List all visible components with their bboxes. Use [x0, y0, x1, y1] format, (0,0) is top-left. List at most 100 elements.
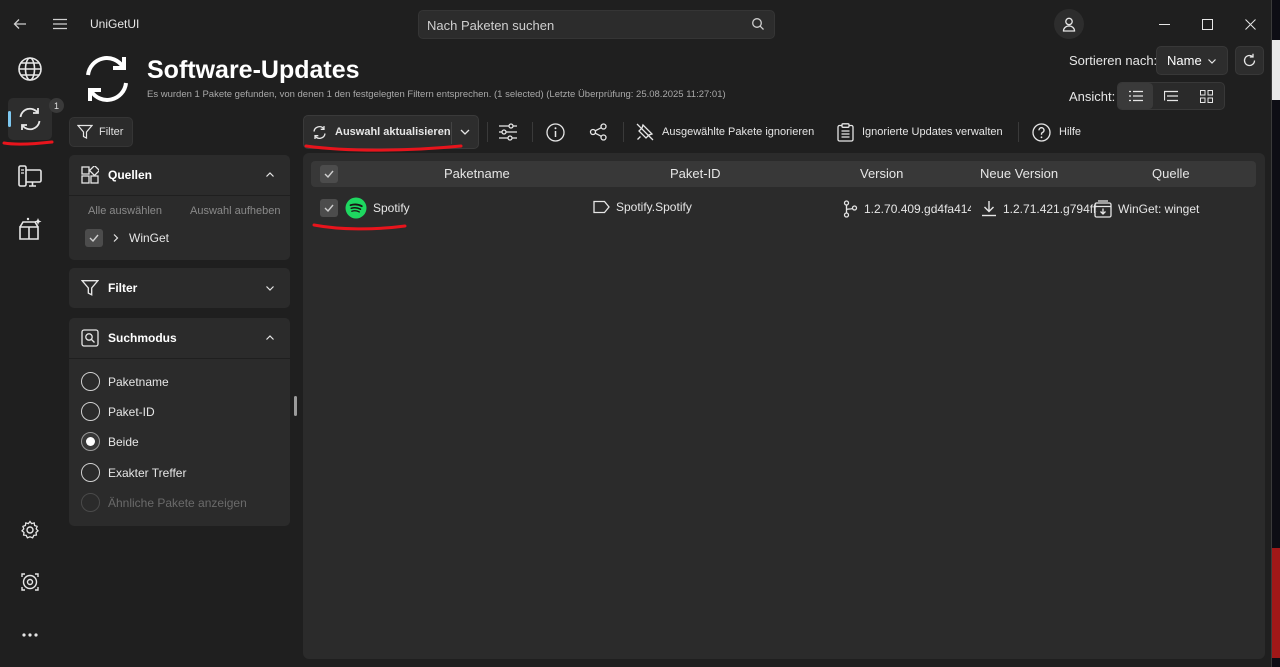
source-item-winget[interactable]: WinGet	[85, 229, 169, 247]
reload-button[interactable]	[1235, 46, 1264, 75]
option-label: Paket-ID	[108, 404, 155, 419]
chevron-up-icon	[265, 332, 275, 346]
search-input[interactable]	[427, 15, 747, 35]
update-selected-button[interactable]: Auswahl aktualisieren	[303, 115, 479, 149]
branch-icon	[843, 200, 858, 218]
package-new-version: 1.2.71.421.g794ff5	[1003, 201, 1097, 216]
arrow-left-icon	[13, 19, 26, 29]
package-details-button[interactable]	[546, 115, 568, 149]
nav-discover[interactable]	[8, 48, 52, 90]
select-all-sources-link[interactable]: Alle auswählen	[88, 205, 162, 217]
grid-view-icon	[1199, 89, 1213, 103]
help-label: Hilfe	[1059, 126, 1082, 138]
sources-panel-header[interactable]: Quellen	[69, 155, 290, 195]
sort-dropdown[interactable]: Name	[1156, 46, 1228, 75]
package-source: WinGet: winget	[1118, 202, 1200, 216]
sync-icon	[19, 107, 41, 131]
pin-off-icon	[636, 123, 654, 141]
search-mode-option-name[interactable]: Paketname	[81, 372, 169, 391]
nav-installed[interactable]	[8, 156, 52, 198]
chevron-right-icon[interactable]	[112, 233, 120, 243]
share-button[interactable]	[589, 115, 611, 149]
hamburger-icon	[53, 18, 67, 30]
help-button[interactable]: Hilfe	[1032, 115, 1081, 149]
select-all-checkbox[interactable]	[320, 165, 338, 183]
column-header-id[interactable]: Paket-ID	[670, 166, 721, 181]
ignore-selected-button[interactable]: Ausgewählte Pakete ignorieren	[636, 115, 814, 149]
funnel-icon	[81, 280, 99, 296]
filter-button-label: Filter	[99, 126, 124, 138]
user-avatar-button[interactable]	[1054, 9, 1084, 39]
clipboard-list-icon	[837, 122, 854, 142]
view-list-button[interactable]	[1118, 83, 1154, 109]
gear-icon	[21, 520, 39, 539]
filter-panel-header[interactable]: Filter	[69, 268, 290, 308]
search-mode-option-similar: Ähnliche Pakete anzeigen	[81, 493, 247, 512]
title-bar: UniGetUI	[0, 0, 1272, 48]
manage-ignored-button[interactable]: Ignorierte Updates verwalten	[837, 115, 1003, 149]
search-mode-option-exact[interactable]: Exakter Treffer	[81, 463, 186, 482]
view-details-button[interactable]	[1153, 83, 1188, 109]
search-box[interactable]	[418, 10, 775, 39]
panel-resize-handle[interactable]	[294, 396, 297, 416]
globe-icon	[18, 57, 42, 81]
page-subtitle: Es wurden 1 Pakete gefunden, von denen 1…	[147, 89, 726, 100]
chevron-down-icon[interactable]	[459, 126, 471, 141]
package-new-version-cell: 1.2.71.421.g794ff5	[981, 200, 1097, 217]
app-window: UniGetUI 1	[0, 0, 1272, 667]
download-icon	[982, 201, 996, 217]
column-header-name[interactable]: Paketname	[444, 166, 510, 181]
back-button[interactable]	[6, 10, 34, 38]
source-box-icon	[1094, 200, 1112, 218]
chevron-down-icon	[1207, 54, 1217, 69]
minimize-button[interactable]	[1152, 12, 1176, 36]
search-mode-option-id[interactable]: Paket-ID	[81, 402, 155, 421]
column-header-new-version[interactable]: Neue Version	[980, 166, 1058, 181]
search-icon[interactable]	[751, 17, 765, 34]
toggle-filters-button[interactable]: Filter	[69, 117, 133, 147]
close-button[interactable]	[1238, 12, 1262, 36]
radio-button-disabled	[81, 493, 100, 512]
row-checkbox[interactable]	[320, 199, 338, 217]
maximize-icon	[1201, 18, 1213, 30]
sliders-icon	[499, 123, 517, 141]
chevron-down-icon	[265, 282, 275, 296]
radio-button[interactable]	[81, 402, 100, 421]
package-options-button[interactable]	[498, 115, 522, 149]
share-icon	[589, 123, 607, 141]
package-name: Spotify	[373, 201, 410, 215]
search-mode-option-both[interactable]: Beide	[81, 432, 139, 451]
package-bundle-icon	[19, 217, 42, 240]
sources-panel: Quellen Alle auswählen Auswahl aufheben …	[69, 155, 290, 260]
table-row[interactable]: Spotify Spotify.Spotify 1.2.70.409.gd4fa…	[311, 193, 1256, 223]
radio-button-selected[interactable]	[81, 432, 100, 451]
filter-panel: Filter	[69, 268, 290, 308]
nav-more[interactable]	[8, 614, 52, 656]
option-label: Exakter Treffer	[108, 465, 187, 480]
nav-bundles[interactable]	[8, 208, 52, 250]
table-header: Paketname Paket-ID Version Neue Version …	[311, 161, 1256, 187]
tree-list-icon	[1163, 90, 1178, 102]
menu-button[interactable]	[46, 10, 74, 38]
packages-table: Paketname Paket-ID Version Neue Version …	[303, 153, 1265, 659]
nav-updates[interactable]: 1	[8, 98, 64, 140]
help-icon	[1032, 122, 1051, 142]
deselect-all-sources-link[interactable]: Auswahl aufheben	[190, 205, 281, 217]
source-checkbox[interactable]	[85, 229, 103, 247]
nav-troubleshoot[interactable]	[8, 561, 52, 603]
maximize-button[interactable]	[1195, 12, 1219, 36]
updates-count-badge: 1	[49, 98, 64, 113]
nav-settings[interactable]	[8, 509, 52, 551]
column-header-source[interactable]: Quelle	[1152, 166, 1190, 181]
installed-packages-icon	[18, 165, 42, 187]
radio-button[interactable]	[81, 372, 100, 391]
column-header-version[interactable]: Version	[860, 166, 903, 181]
info-icon	[546, 122, 565, 142]
view-grid-button[interactable]	[1189, 83, 1224, 109]
radio-button[interactable]	[81, 463, 100, 482]
sort-label: Sortieren nach:	[1069, 53, 1158, 68]
sync-icon	[313, 125, 326, 139]
search-mode-panel-header[interactable]: Suchmodus	[69, 318, 290, 358]
option-label: Ähnliche Pakete anzeigen	[108, 495, 247, 510]
user-icon	[1062, 17, 1076, 32]
